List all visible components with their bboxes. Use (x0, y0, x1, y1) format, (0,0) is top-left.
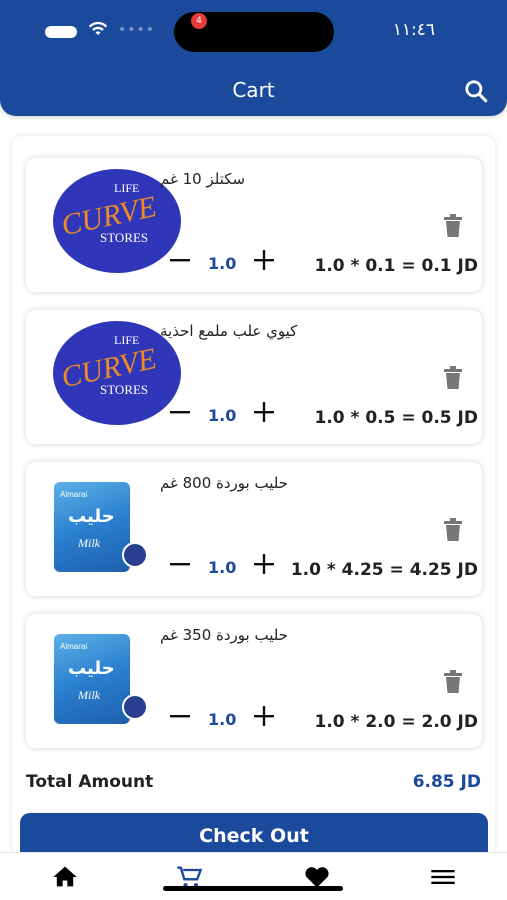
cart-badge: 4 (191, 13, 207, 29)
cart-item: Almarai حليب Milk حليب بوردة 800 غم 1.0 1.0 *… (26, 462, 482, 596)
battery-icon (45, 26, 77, 38)
wifi-icon (88, 21, 108, 35)
milk-sticker (122, 542, 148, 568)
item-name: حليب بوردة 350 غم (160, 626, 288, 644)
logo-stores-text: STORES (100, 230, 148, 245)
item-price: 1.0 * 0.5 = 0.5 JD (314, 408, 478, 428)
milk-sticker (122, 694, 148, 720)
milk-bag-image: Almarai حليب Milk (54, 634, 130, 724)
milk-bag-image: Almarai حليب Milk (54, 482, 130, 572)
page-title: Cart (232, 78, 275, 102)
total-label: Total Amount (26, 772, 154, 792)
status-bar: •••• ١١:٤٦ (0, 0, 507, 66)
milk-english-label: Milk (78, 688, 100, 702)
milk-powder-image: Almarai حليب Milk (26, 472, 158, 584)
decrease-quantity-button[interactable] (168, 400, 192, 424)
milk-powder-image: Almarai حليب Milk (26, 624, 158, 736)
milk-arabic-label: حليب (68, 658, 115, 679)
menu-icon[interactable] (428, 863, 458, 891)
item-price: 1.0 * 2.0 = 2.0 JD (314, 712, 478, 732)
item-name: كيوي علب ملمع احذية (160, 322, 298, 340)
milk-brand-label: Almarai (60, 490, 88, 499)
bottom-nav (0, 852, 507, 900)
milk-brand-label: Almarai (60, 642, 88, 651)
quantity-value: 1.0 (208, 558, 237, 577)
decrease-quantity-button[interactable] (168, 248, 192, 272)
item-price: 1.0 * 4.25 = 4.25 JD (290, 560, 478, 580)
item-name: سكتلز 10 غم (160, 170, 246, 188)
increase-quantity-button[interactable] (252, 552, 276, 576)
quantity-value: 1.0 (208, 710, 237, 729)
decrease-quantity-button[interactable] (168, 552, 192, 576)
total-value: 6.85 JD (412, 772, 481, 792)
search-icon[interactable] (463, 78, 489, 104)
cart-item: LIFE CURVE STORES كيوي علب ملمع احذية 1.0 1.0… (26, 310, 482, 444)
item-price: 1.0 * 0.1 = 0.1 JD (314, 256, 478, 276)
milk-arabic-label: حليب (68, 506, 115, 527)
increase-quantity-button[interactable] (252, 704, 276, 728)
home-indicator (163, 886, 343, 891)
trash-icon[interactable] (442, 670, 464, 694)
quantity-value: 1.0 (208, 254, 237, 273)
cart-item: Almarai حليب Milk حليب بوردة 350 غم 1.0 1.0 *… (26, 614, 482, 748)
decrease-quantity-button[interactable] (168, 704, 192, 728)
milk-english-label: Milk (78, 536, 100, 550)
trash-icon[interactable] (442, 518, 464, 542)
logo-stores-text: STORES (100, 382, 148, 397)
item-name: حليب بوردة 800 غم (160, 474, 288, 492)
increase-quantity-button[interactable] (252, 400, 276, 424)
quantity-value: 1.0 (208, 406, 237, 425)
cart-item: LIFE CURVE STORES سكتلز 10 غم 1.0 1.0 * 0.1 =… (26, 158, 482, 292)
status-time: ١١:٤٦ (392, 20, 435, 40)
signal-icon: •••• (118, 22, 156, 38)
trash-icon[interactable] (442, 214, 464, 238)
increase-quantity-button[interactable] (252, 248, 276, 272)
app-header: Cart (0, 66, 507, 116)
home-icon[interactable] (50, 863, 80, 891)
trash-icon[interactable] (442, 366, 464, 390)
